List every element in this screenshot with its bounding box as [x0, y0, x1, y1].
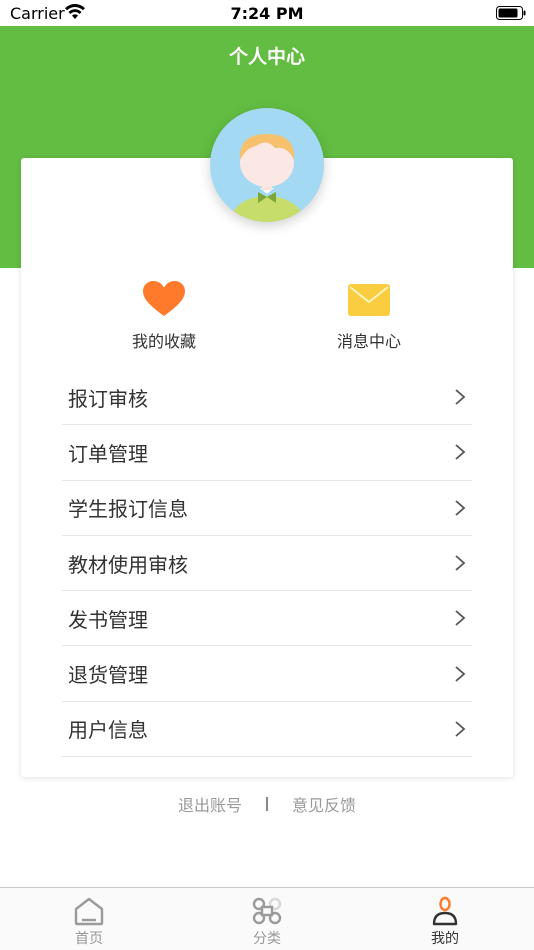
avatar-illustration: [231, 134, 303, 222]
tab-bar: 首页 分类 我的: [0, 887, 534, 950]
person-icon: [432, 896, 458, 926]
menu-item-label: 教材使用审核: [68, 552, 188, 577]
chevron-right-icon: [455, 610, 466, 627]
menu-item-returns[interactable]: 退货管理: [62, 646, 472, 702]
battery-icon: [496, 6, 526, 20]
menu-item-user-info[interactable]: 用户信息: [62, 702, 472, 758]
feedback-link[interactable]: 意见反馈: [292, 792, 356, 816]
menu-item-student-orders[interactable]: 学生报订信息: [62, 481, 472, 536]
message-center-label: 消息中心: [336, 332, 401, 351]
menu-item-textbook-review[interactable]: 教材使用审核: [62, 536, 472, 592]
home-icon: [74, 897, 104, 926]
command-icon: [252, 897, 282, 925]
chevron-right-icon: [455, 555, 466, 571]
menu-item-label: 退货管理: [68, 663, 148, 688]
status-bar: Carrier 7:24 PM: [0, 0, 534, 26]
logout-link[interactable]: 退出账号: [178, 792, 242, 816]
menu-list: 报订审核 订单管理 学生报订信息 教材使用审核 发书管理 退货管理 用户信息: [62, 370, 472, 758]
favorites-label: 我的收藏: [131, 332, 196, 351]
menu-item-label: 订单管理: [68, 441, 148, 466]
envelope-icon: [348, 284, 390, 316]
menu-item-order-review[interactable]: 报订审核: [62, 370, 472, 426]
chevron-right-icon: [455, 500, 466, 516]
footer-links: 退出账号 意见反馈: [0, 792, 534, 816]
footer-divider: [266, 797, 268, 811]
menu-item-book-distribution[interactable]: 发书管理: [62, 591, 472, 647]
tab-category-label: 分类: [253, 931, 281, 947]
page-title: 个人中心: [228, 46, 305, 68]
avatar[interactable]: [210, 108, 324, 222]
tab-home-label: 首页: [75, 931, 103, 947]
tab-mine-label: 我的: [431, 931, 459, 947]
menu-item-label: 学生报订信息: [68, 497, 188, 522]
chevron-right-icon: [455, 389, 466, 405]
tab-mine[interactable]: 我的: [385, 888, 505, 950]
tab-home[interactable]: 首页: [29, 888, 149, 950]
chevron-right-icon: [455, 721, 466, 737]
message-center-button[interactable]: 消息中心: [309, 280, 429, 352]
tab-category[interactable]: 分类: [207, 888, 327, 950]
chevron-right-icon: [455, 665, 466, 682]
menu-item-label: 报订审核: [68, 386, 148, 411]
menu-item-label: 用户信息: [68, 718, 148, 743]
menu-item-order-management[interactable]: 订单管理: [62, 425, 472, 481]
menu-item-label: 发书管理: [68, 607, 148, 632]
status-time: 7:24 PM: [230, 4, 304, 23]
heart-icon: [143, 281, 185, 316]
chevron-right-icon: [455, 444, 466, 461]
favorites-button[interactable]: 我的收藏: [104, 280, 224, 352]
